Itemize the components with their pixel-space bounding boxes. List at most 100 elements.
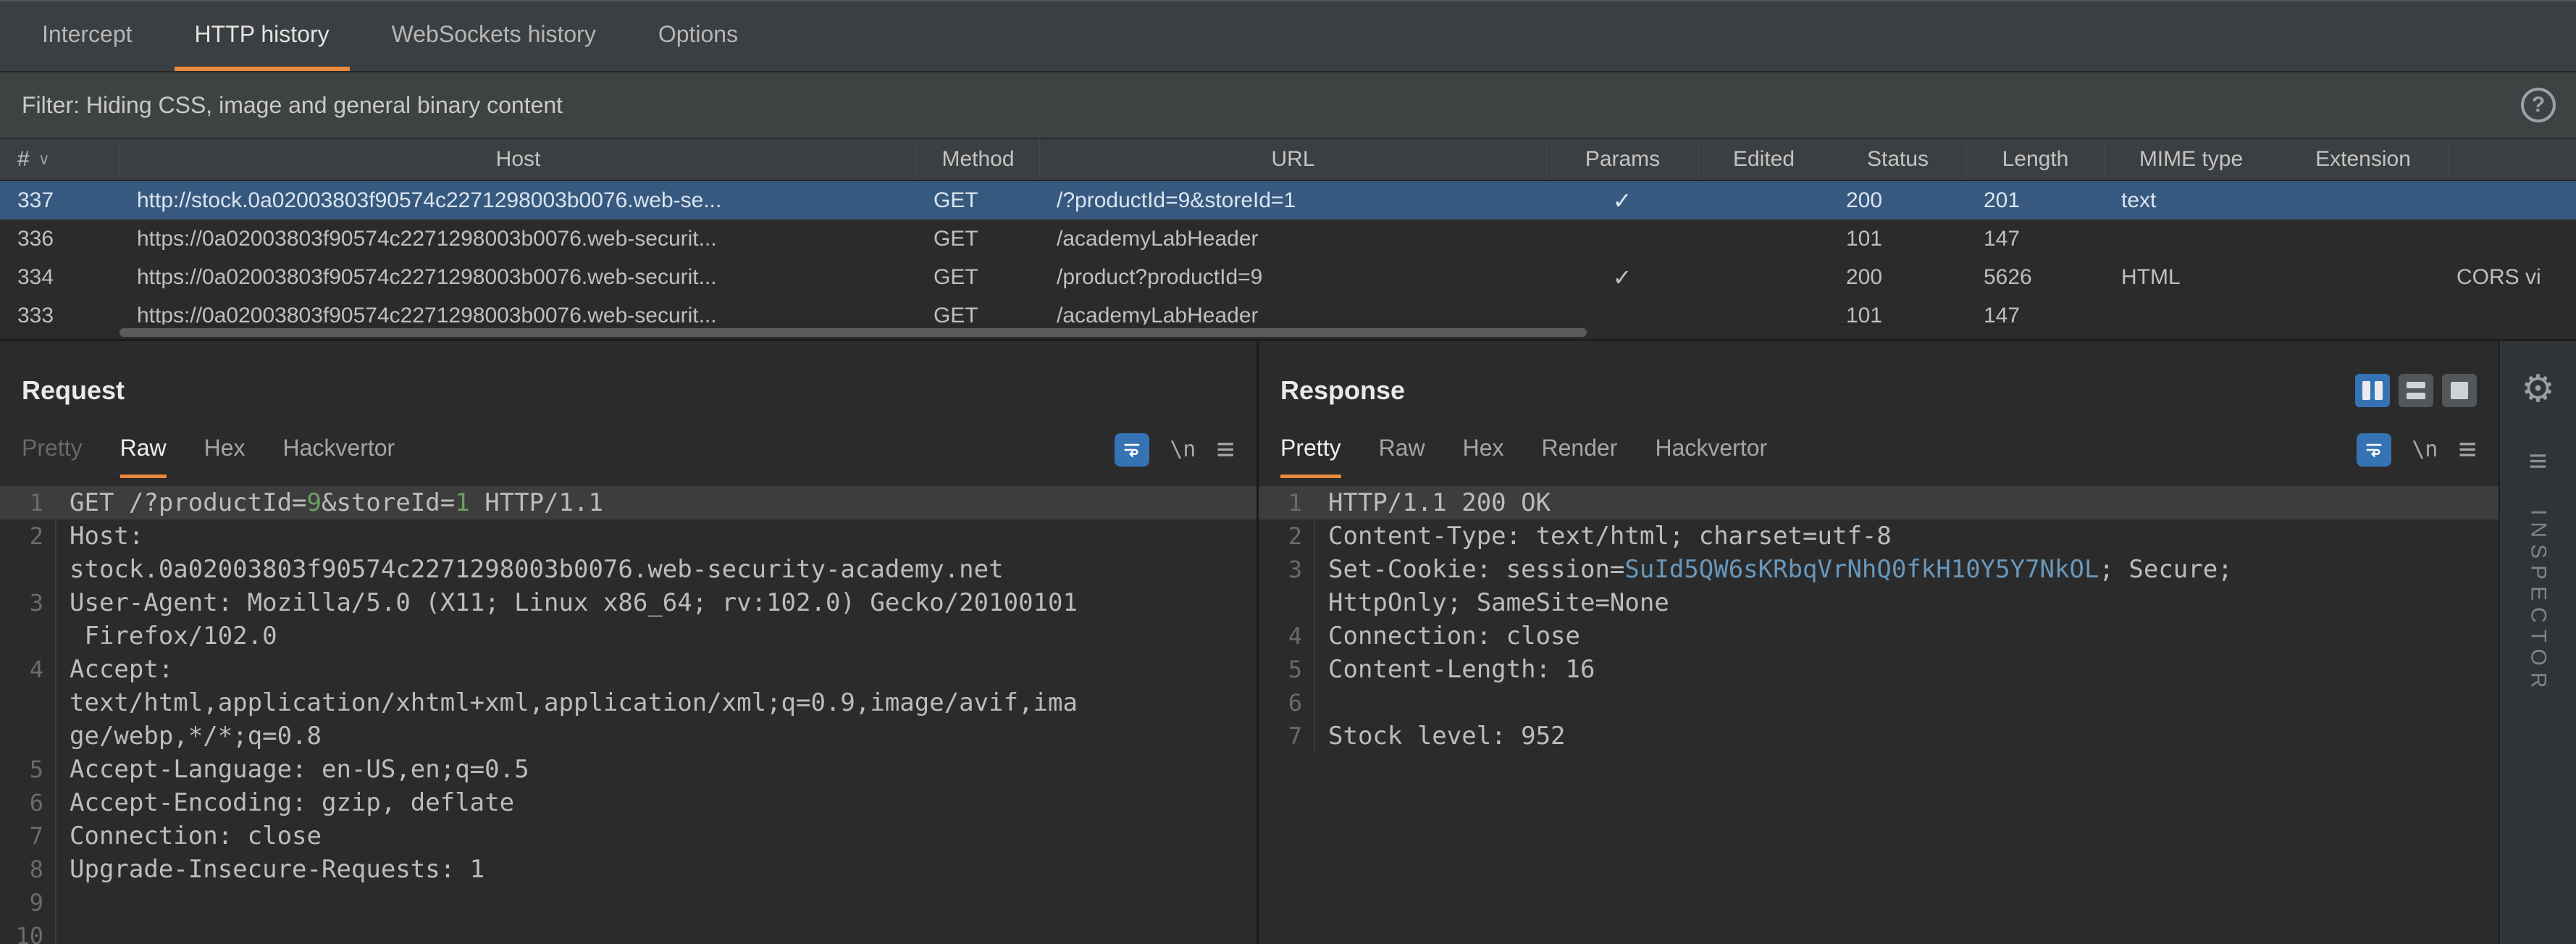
request-tab-hackvertor[interactable]: Hackvertor [283,421,395,478]
table-cell [2278,258,2448,296]
response-tab-hex[interactable]: Hex [1463,421,1504,478]
response-tab-raw[interactable]: Raw [1379,421,1425,478]
response-tab-pretty[interactable]: Pretty [1280,421,1341,478]
horizontal-scrollbar[interactable] [0,325,2576,339]
column-header-edited[interactable]: Edited [1698,139,1829,180]
tab-websockets-history[interactable]: WebSockets history [372,1,616,71]
line-content: Connection: close [1328,622,1580,651]
editor-line[interactable]: 6 [1259,686,2499,719]
history-table-row[interactable]: 337 http://stock.0a02003803f90574c2271298… [0,181,2576,220]
column-header-extension[interactable]: Extension [2278,139,2448,180]
editor-line[interactable]: 2 Host: [0,519,1256,553]
show-newlines-icon[interactable]: \n [2412,437,2438,462]
editor-line[interactable]: 6 Accept-Encoding: gzip, deflate [0,786,1256,819]
column-header-host[interactable]: Host [119,139,916,180]
rows-layout-button[interactable] [2399,374,2433,407]
editor-line[interactable]: 1 GET /?productId=9&storeId=1 HTTP/1.1 [0,486,1256,519]
response-tab-render[interactable]: Render [1542,421,1618,478]
request-tab-hex[interactable]: Hex [204,421,246,478]
table-cell [2104,296,2278,325]
editor-line[interactable]: 7 Stock level: 952 [1259,719,2499,753]
line-content: Accept-Encoding: gzip, deflate [70,788,515,817]
line-content: Upgrade-Insecure-Requests: 1 [70,855,485,884]
table-cell [1698,181,1829,220]
line-content [1315,686,1328,719]
editor-menu-icon[interactable]: ≡ [1216,433,1235,466]
column-header-url[interactable]: URL [1039,139,1546,180]
editor-line[interactable]: HttpOnly; SameSite=None [1259,586,2499,619]
line-content [56,919,70,944]
table-cell: GET [934,226,978,251]
editor-line[interactable]: 8 Upgrade-Insecure-Requests: 1 [0,853,1256,886]
settings-gear-icon[interactable]: ⚙ [2521,370,2555,408]
request-tab-pretty[interactable]: Pretty [22,421,83,478]
line-content: Accept: [70,655,174,684]
history-table-row[interactable]: 336 https://0a02003803f90574c2271298003b0… [0,220,2576,258]
column-header-status[interactable]: Status [1829,139,1966,180]
line-content: HTTP/1.1 200 OK [1328,488,1551,517]
table-cell [2448,296,2576,325]
table-cell [2278,220,2448,258]
table-cell: 201 [1984,188,2021,212]
response-editor[interactable]: 1 HTTP/1.1 200 OK 2 Content-Type: text/html… [1259,479,2499,944]
history-table-body: 337 http://stock.0a02003803f90574c2271298… [0,181,2576,325]
column-header--[interactable]: # ∨ [0,139,119,180]
editor-menu-icon[interactable]: ≡ [2458,433,2477,466]
table-cell: https://0a02003803f90574c2271298003b0076… [137,264,717,289]
line-number: 6 [0,786,56,819]
editor-line[interactable]: 4 Accept: [0,653,1256,686]
inspector-strip[interactable]: ⚙ ≡ INSPECTOR [2499,341,2576,944]
editor-line[interactable]: 7 Connection: close [0,819,1256,853]
editor-line[interactable]: 9 [0,886,1256,919]
editor-line[interactable]: 2 Content-Type: text/html; charset=utf-8 [1259,519,2499,553]
column-header-title[interactable] [2448,139,2576,180]
request-editor[interactable]: 1 GET /?productId=9&storeId=1 HTTP/1.1 2 Ho… [0,479,1256,944]
editor-line[interactable]: ge/webp,*/*;q=0.8 [0,719,1256,753]
editor-line[interactable]: 4 Connection: close [1259,619,2499,653]
line-content: HttpOnly; SameSite=None [1328,588,1669,617]
request-panel: Request Pretty Raw Hex Hackvertor \n ≡ 1 [0,341,1256,944]
line-content: text/html,application/xhtml+xml,applicat… [70,688,1078,717]
editor-line[interactable]: 1 HTTP/1.1 200 OK [1259,486,2499,519]
tab-options[interactable]: Options [638,1,758,71]
editor-line[interactable]: Firefox/102.0 [0,619,1256,653]
editor-line[interactable]: 3 User-Agent: Mozilla/5.0 (X11; Linux x86… [0,586,1256,619]
line-number: 3 [1259,553,1315,586]
editor-line[interactable]: 5 Accept-Language: en-US,en;q=0.5 [0,753,1256,786]
line-content: GET /?productId=9&storeId=1 HTTP/1.1 [70,488,603,517]
column-header-mime-type[interactable]: MIME type [2104,139,2278,180]
table-cell: CORS vi [2457,264,2541,289]
column-header-method[interactable]: Method [916,139,1039,180]
inspector-menu-icon[interactable]: ≡ [2529,446,2548,477]
help-icon[interactable]: ? [2521,88,2556,122]
editor-line[interactable]: text/html,application/xhtml+xml,applicat… [0,686,1256,719]
message-editor-split: Request Pretty Raw Hex Hackvertor \n ≡ 1 [0,339,2576,944]
scrollbar-thumb[interactable] [119,328,1587,337]
column-header-length[interactable]: Length [1966,139,2104,180]
single-layout-button[interactable] [2442,374,2477,407]
line-number: 5 [1259,653,1315,686]
editor-line[interactable]: stock.0a02003803f90574c2271298003b0076.w… [0,553,1256,586]
table-cell [1546,296,1698,325]
table-cell [2104,220,2278,258]
history-table-row[interactable]: 333 https://0a02003803f90574c2271298003b0… [0,296,2576,325]
soft-wrap-toggle-icon[interactable] [1115,433,1150,467]
request-tab-raw[interactable]: Raw [119,421,167,478]
line-number: 3 [0,586,56,619]
soft-wrap-toggle-icon[interactable] [2357,433,2392,467]
show-newlines-icon[interactable]: \n [1170,437,1196,462]
columns-layout-button[interactable] [2355,374,2390,407]
editor-line[interactable]: 5 Content-Length: 16 [1259,653,2499,686]
line-number: 5 [0,753,56,786]
tab-intercept[interactable]: Intercept [22,1,153,71]
editor-line[interactable]: 10 [0,919,1256,944]
line-number: 7 [0,819,56,853]
filter-bar[interactable]: Filter: Hiding CSS, image and general bi… [0,72,2576,139]
inspector-label[interactable]: INSPECTOR [2526,509,2551,694]
response-tab-hackvertor[interactable]: Hackvertor [1655,421,1767,478]
history-table-row[interactable]: 334 https://0a02003803f90574c2271298003b0… [0,258,2576,296]
editor-line[interactable]: 3 Set-Cookie: session=SuId5QW6sKRbqVrNhQ0… [1259,553,2499,586]
tab-http-history[interactable]: HTTP history [174,1,350,71]
column-header-params[interactable]: Params [1546,139,1698,180]
table-cell: 337 [17,188,54,212]
